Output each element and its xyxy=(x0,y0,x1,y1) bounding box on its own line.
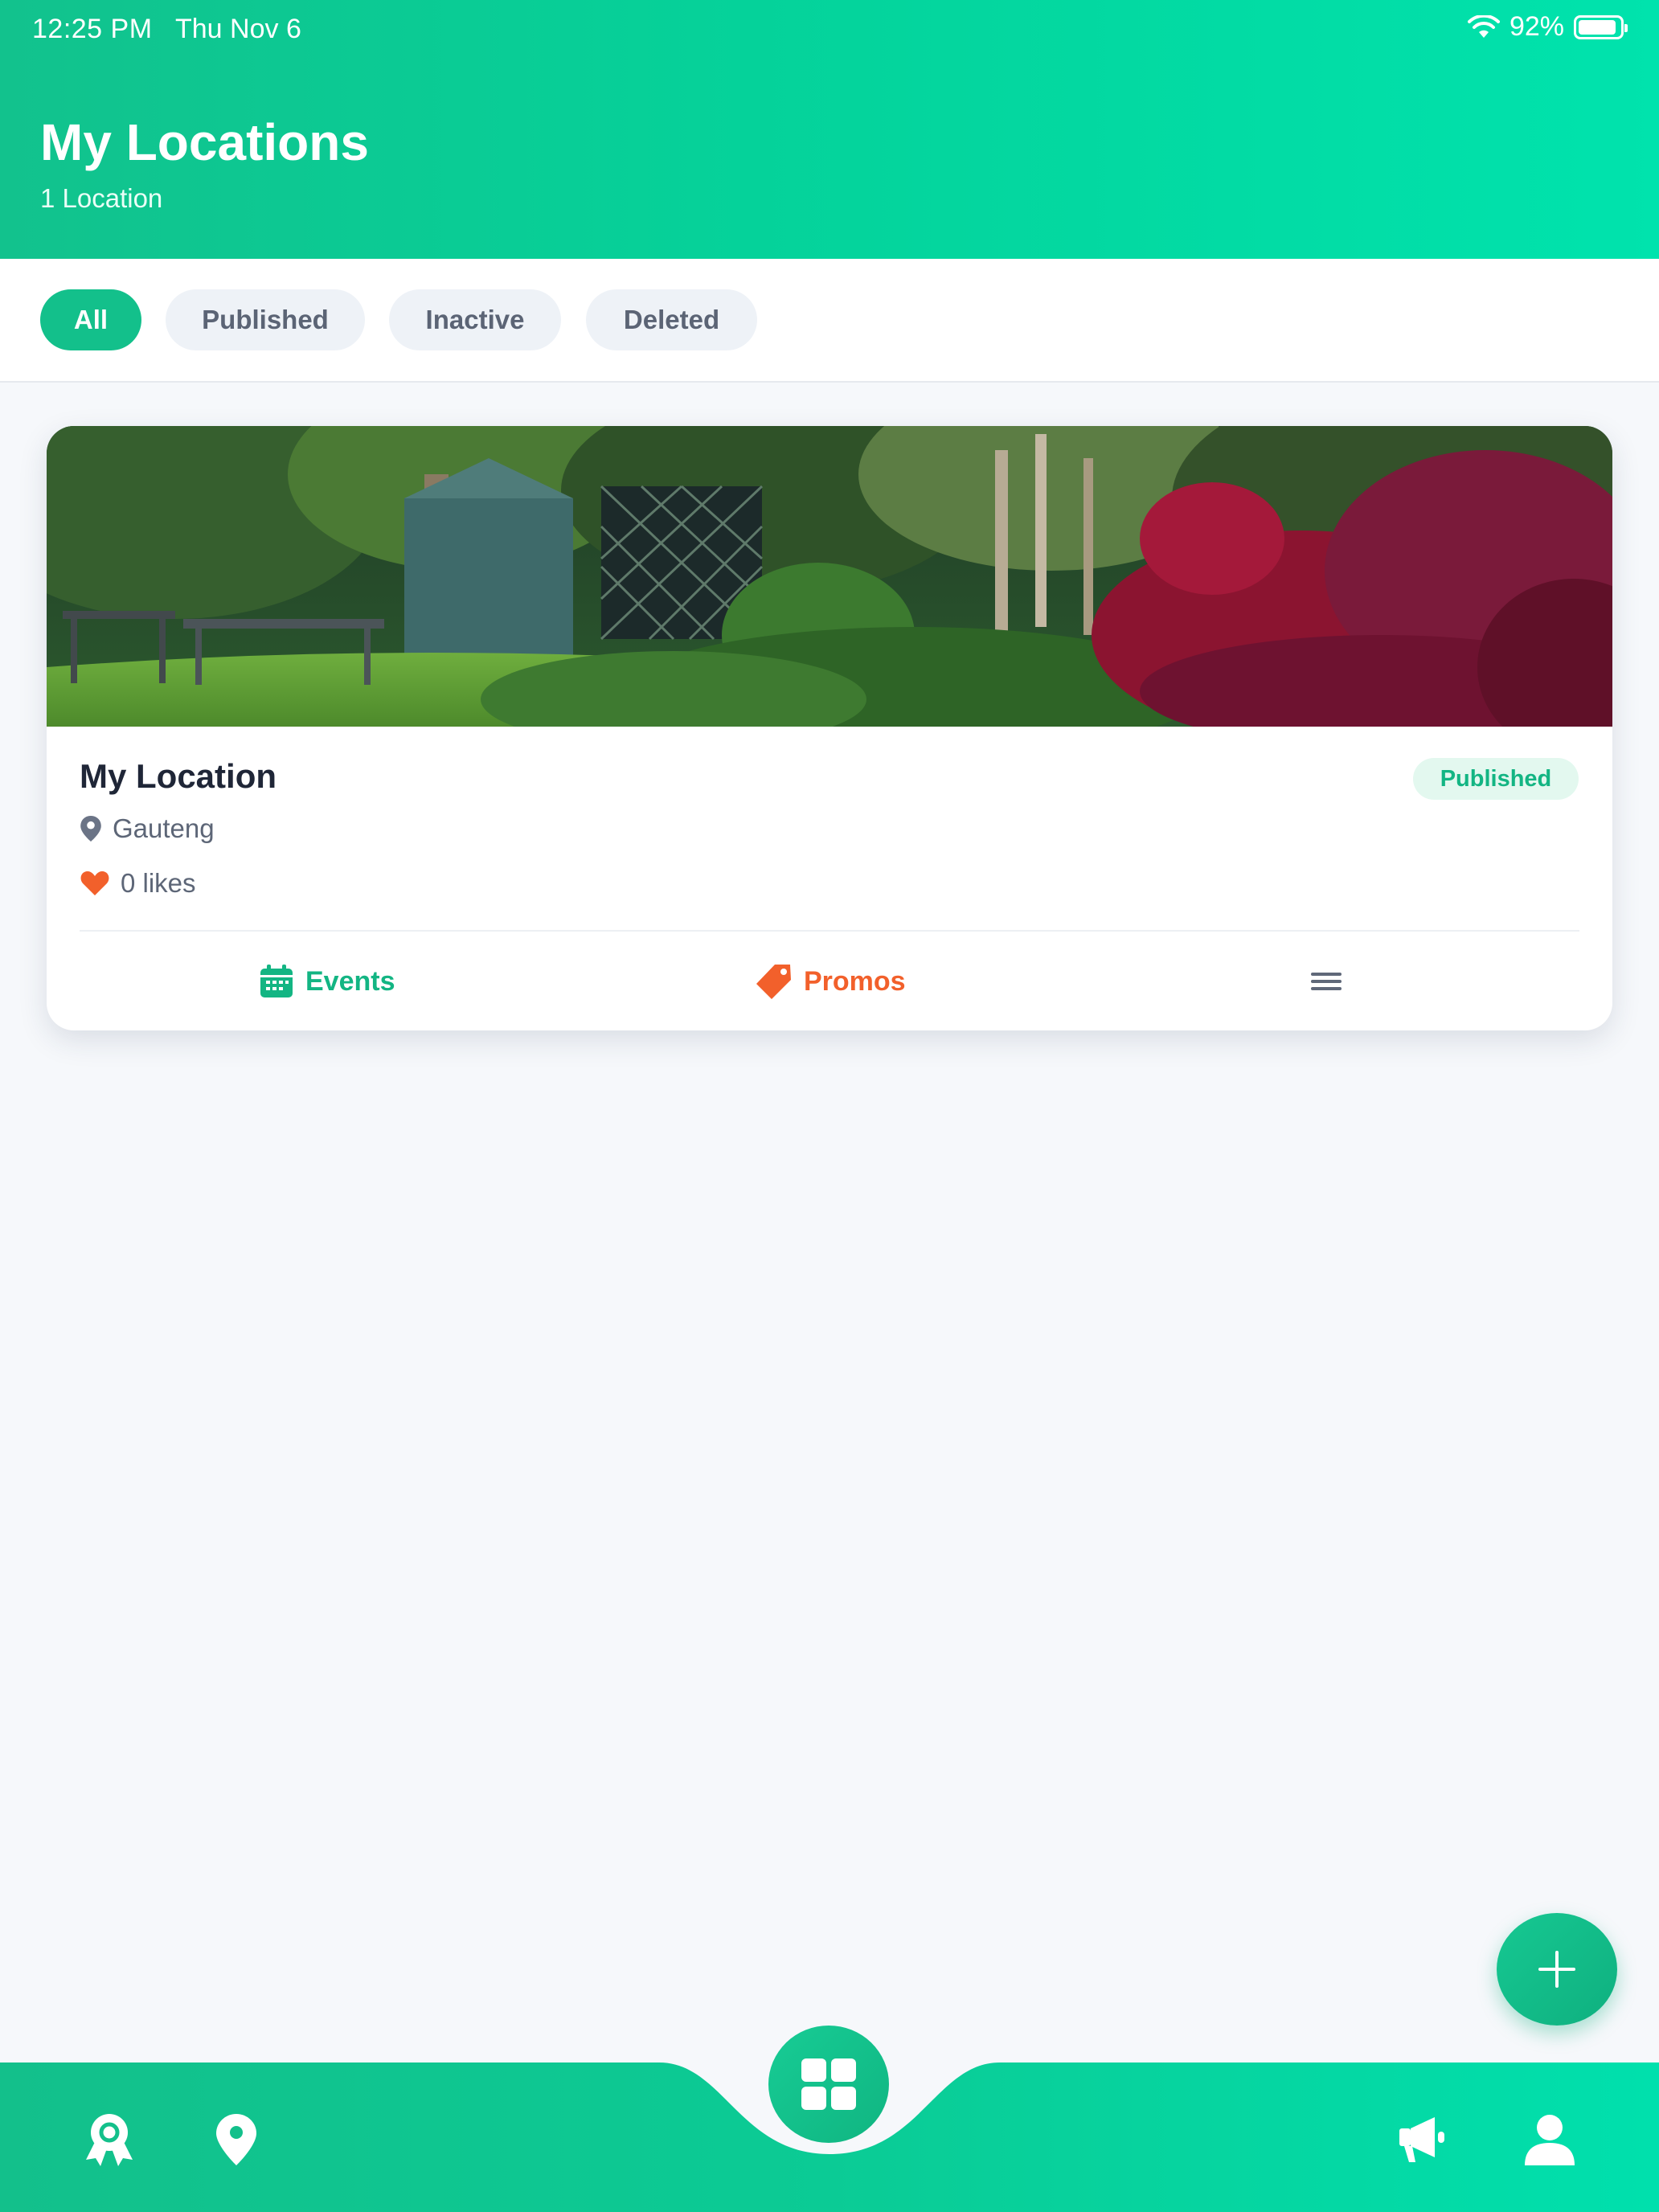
promos-button[interactable]: Promos xyxy=(754,956,906,1006)
location-image[interactable] xyxy=(47,426,1612,727)
status-time: 12:25 PM xyxy=(32,14,153,44)
heart-icon xyxy=(80,871,109,895)
filter-all[interactable]: All xyxy=(40,289,141,350)
map-pin-icon xyxy=(80,816,101,842)
tag-icon xyxy=(756,965,791,999)
location-count: 1 Location xyxy=(40,183,163,213)
events-button[interactable]: Events xyxy=(259,956,395,1006)
nav-profile[interactable] xyxy=(1521,2111,1579,2169)
card-divider xyxy=(80,930,1579,932)
location-name[interactable]: My Location xyxy=(80,757,276,796)
battery-percent: 92% xyxy=(1509,11,1564,42)
status-indicators: 92% xyxy=(1467,11,1628,43)
more-options-button[interactable] xyxy=(1310,956,1342,1006)
calendar-icon xyxy=(260,965,293,997)
filter-bar: All Published Inactive Deleted xyxy=(0,259,1659,383)
status-date: Thu Nov 6 xyxy=(175,14,301,44)
dashboard-grid-icon xyxy=(801,2058,856,2110)
filter-inactive[interactable]: Inactive xyxy=(389,289,561,350)
filter-published[interactable]: Published xyxy=(166,289,365,350)
user-icon xyxy=(1525,2115,1575,2165)
plus-icon xyxy=(1538,1951,1575,1988)
nav-promotions[interactable] xyxy=(1392,2111,1450,2169)
award-icon xyxy=(86,2114,133,2166)
promos-label: Promos xyxy=(804,965,906,997)
status-badge: Published xyxy=(1413,758,1579,800)
page-title: My Locations xyxy=(40,113,369,171)
location-likes: 0 likes xyxy=(80,868,196,899)
nav-locations[interactable] xyxy=(207,2111,265,2169)
dashboard-button[interactable] xyxy=(768,2026,889,2143)
map-pin-icon xyxy=(216,2114,256,2165)
region-text: Gauteng xyxy=(113,813,215,843)
battery-icon xyxy=(1574,14,1628,39)
header: 12:25 PM Thu Nov 6 92% My Locations 1 Lo… xyxy=(0,0,1659,259)
location-card[interactable]: My Location Published Gauteng 0 likes Ev… xyxy=(47,426,1612,1030)
menu-icon xyxy=(1311,973,1342,990)
add-location-button[interactable] xyxy=(1497,1913,1617,2026)
likes-text: 0 likes xyxy=(121,868,196,898)
location-region: Gauteng xyxy=(80,813,215,844)
megaphone-icon xyxy=(1399,2117,1444,2162)
events-label: Events xyxy=(305,965,395,997)
status-bar: 12:25 PM Thu Nov 6 92% xyxy=(0,0,1659,59)
wifi-icon xyxy=(1467,14,1500,38)
nav-awards[interactable] xyxy=(80,2111,138,2169)
filter-deleted[interactable]: Deleted xyxy=(586,289,757,350)
